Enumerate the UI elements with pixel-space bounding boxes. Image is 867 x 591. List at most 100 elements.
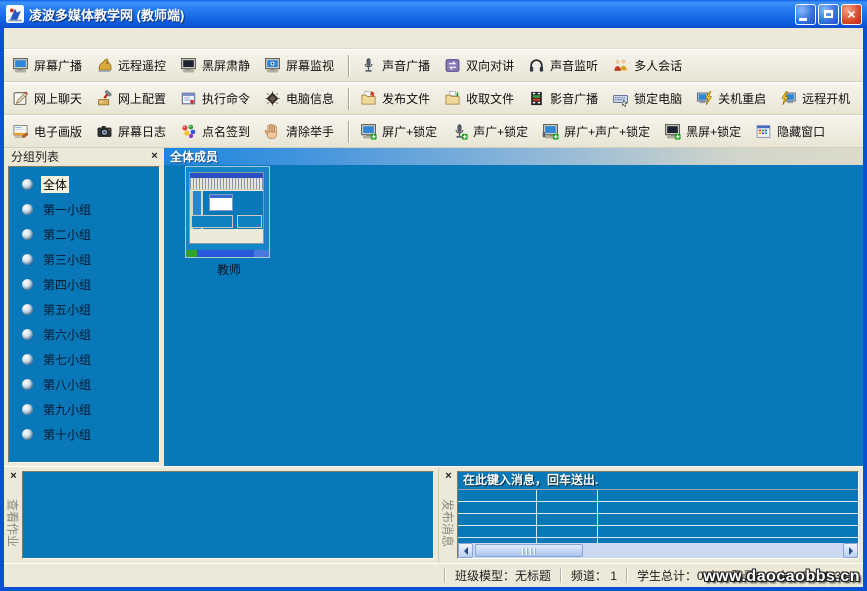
close-icon[interactable]: × [148, 150, 161, 163]
message-input-hint[interactable]: 在此键入消息，回车送出. [458, 472, 858, 490]
mini-taskbar [186, 250, 269, 257]
group-list-item[interactable]: 第九小组 [9, 397, 159, 422]
toolbar-button[interactable]: 清除举手 [259, 120, 343, 143]
toolbar-button[interactable]: 网上配置 [91, 87, 175, 110]
close-icon[interactable]: × [442, 470, 455, 483]
group-list-item-label: 全体 [41, 176, 69, 193]
toolbar-button-label: 网上聊天 [34, 90, 82, 107]
group-sidebar-title: 分组列表 [11, 148, 148, 165]
scrollbar-thumb[interactable] [475, 544, 583, 557]
lock-pc-icon [612, 90, 629, 107]
toolbar-button[interactable]: 关机重启 [691, 87, 775, 110]
toolbar-button[interactable]: 电子画版 [7, 120, 91, 143]
toolbar-button[interactable]: 影音广播 [523, 87, 607, 110]
toolbar-button[interactable]: 屏幕日志 [91, 120, 175, 143]
menu-item[interactable] [98, 36, 116, 40]
toolbar-button-label: 声音监听 [550, 57, 598, 74]
toolbar-button[interactable]: 点名签到 [175, 120, 259, 143]
title-bar[interactable]: 凌波多媒体教学网 (教师端) × [0, 0, 867, 28]
group-list-item[interactable]: 第五小组 [9, 297, 159, 322]
toolbar-button[interactable]: 远程遥控 [91, 54, 175, 77]
toolbar-button[interactable]: 声音广播 [355, 54, 439, 77]
e-board-icon [12, 123, 29, 140]
exec-command-icon [180, 90, 197, 107]
net-chat-icon [12, 90, 29, 107]
toolbar-button[interactable]: 多人会话 [607, 54, 691, 77]
toolbar-button-label: 隐藏窗口 [777, 123, 825, 140]
group-list: 全体 第一小组 第二小组 第三小组 第四小组 [8, 166, 160, 463]
sphere-bullet-icon [22, 354, 33, 365]
group-list-item-label: 第九小组 [41, 401, 93, 418]
toolbar-button-label: 网上配置 [118, 90, 166, 107]
toolbar-button[interactable]: 收取文件 [439, 87, 523, 110]
toolbar-separator [348, 55, 350, 77]
toolbar-button[interactable]: 执行命令 [175, 87, 259, 110]
minimize-icon [799, 18, 807, 21]
group-list-item[interactable]: 第一小组 [9, 197, 159, 222]
message-panel-title: 发布消息 [440, 499, 457, 547]
scroll-right-button[interactable] [843, 543, 858, 558]
message-grid[interactable] [458, 490, 858, 543]
close-icon[interactable]: × [7, 470, 20, 483]
group-list-item-label: 第二小组 [41, 226, 93, 243]
app-logo-icon [6, 5, 24, 23]
toolbar-separator [348, 121, 350, 143]
toolbar-button[interactable]: 屏广+锁定 [355, 120, 446, 143]
voice-monitor-icon [528, 57, 545, 74]
menu-item[interactable] [26, 36, 44, 40]
scroll-left-button[interactable] [458, 543, 473, 558]
menu-item[interactable] [80, 36, 98, 40]
group-list-item-label: 第十小组 [41, 426, 93, 443]
toolbar-button[interactable]: 声广+锁定 [446, 120, 537, 143]
group-list-item-label: 第八小组 [41, 376, 93, 393]
toolbar-button[interactable]: 黑屏+锁定 [659, 120, 750, 143]
menu-item[interactable] [44, 36, 62, 40]
maximize-button[interactable] [818, 4, 839, 25]
sphere-bullet-icon [22, 404, 33, 415]
mini-start-button [186, 250, 197, 257]
toolbar-button[interactable]: 发布文件 [355, 87, 439, 110]
toolbar-button-label: 远程开机 [802, 90, 850, 107]
menu-bar [4, 28, 863, 49]
homework-content[interactable] [22, 471, 434, 559]
group-list-item-label: 第三小组 [41, 251, 93, 268]
group-list-item[interactable]: 第四小组 [9, 272, 159, 297]
toolbar-button[interactable]: 双向对讲 [439, 54, 523, 77]
minimize-button[interactable] [795, 4, 816, 25]
group-list-item[interactable]: 第六小组 [9, 322, 159, 347]
toolbar-button[interactable]: 锁定电脑 [607, 87, 691, 110]
menu-item[interactable] [8, 36, 26, 40]
status-empty-segment [4, 564, 444, 587]
menu-item[interactable] [62, 36, 80, 40]
toolbar-button[interactable]: 声音监听 [523, 54, 607, 77]
toolbar-button-label: 声音广播 [382, 57, 430, 74]
toolbar-button-label: 锁定电脑 [634, 90, 682, 107]
toolbar-button[interactable]: 网上聊天 [7, 87, 91, 110]
black-lock-icon [664, 123, 681, 140]
toolbar-button[interactable]: 屏幕广播 [7, 54, 91, 77]
group-list-item[interactable]: 第十小组 [9, 422, 159, 447]
toolbar-button[interactable]: 隐藏窗口 [750, 120, 834, 143]
close-button[interactable]: × [841, 4, 862, 25]
toolbar-button[interactable]: 远程开机 [775, 87, 859, 110]
toolbar-row-1: 屏幕广播 远程遥控 黑屏肃静 屏幕监视 声音广播 双向对讲 [4, 49, 863, 82]
desktop-thumbnail[interactable] [185, 166, 270, 258]
member-item[interactable]: 教师 [185, 166, 273, 278]
toolbar-button[interactable]: 电脑信息 [259, 87, 343, 110]
members-area[interactable]: 教师 [164, 165, 863, 466]
mini-tray [254, 250, 269, 257]
toolbar-button-label: 声广+锁定 [473, 123, 528, 140]
watermark-text: www.daocaobbs.cn [703, 568, 860, 586]
group-list-item[interactable]: 第三小组 [9, 247, 159, 272]
toolbar-button[interactable]: 黑屏肃静 [175, 54, 259, 77]
group-list-item[interactable]: 全体 [9, 172, 159, 197]
group-list-item[interactable]: 第八小组 [9, 372, 159, 397]
remote-control-icon [96, 57, 113, 74]
group-list-item[interactable]: 第二小组 [9, 222, 159, 247]
homework-panel-title: 查看作业 [5, 499, 22, 547]
toolbar-button[interactable]: 屏幕监视 [259, 54, 343, 77]
group-list-item[interactable]: 第七小组 [9, 347, 159, 372]
horizontal-scrollbar[interactable] [458, 543, 858, 558]
toolbar-button-label: 清除举手 [286, 123, 334, 140]
toolbar-button[interactable]: 屏广+声广+锁定 [537, 120, 659, 143]
